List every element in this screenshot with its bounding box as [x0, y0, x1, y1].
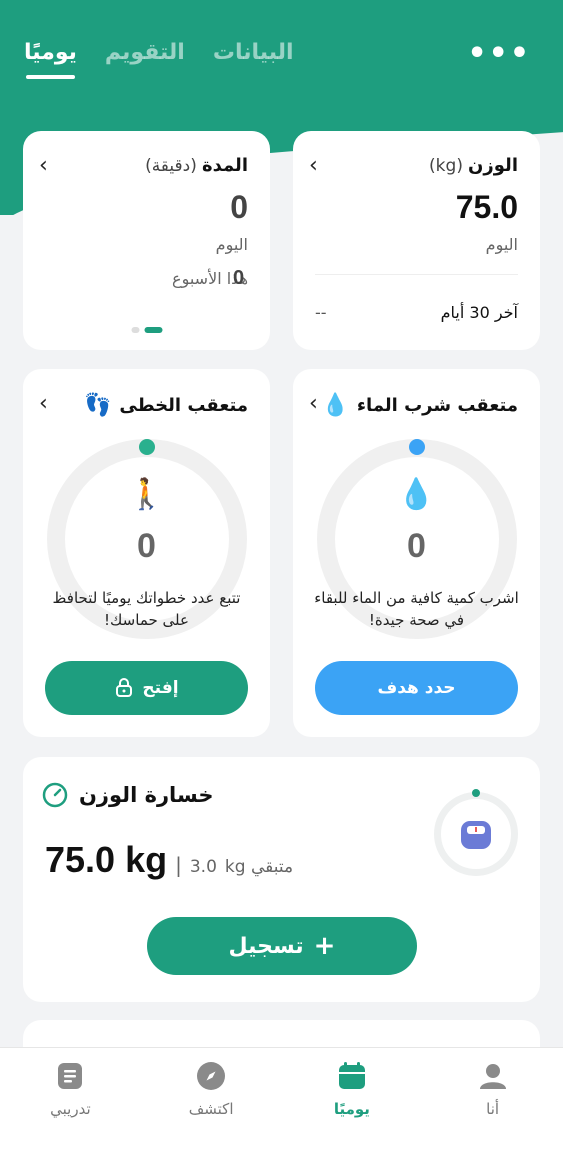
pager-dot [131, 327, 139, 333]
steps-tracker-card[interactable]: › متعقب الخطى 👣 🚶 0 تتبع عدد خطواتك يومي… [23, 369, 270, 737]
current-weight: 75.0 kg [45, 839, 168, 880]
nav-daily-label: يوميًا [333, 1100, 370, 1118]
weight-progress-ring [434, 789, 518, 876]
steps-value: 0 [137, 527, 156, 565]
unlock-button[interactable]: إفتح [45, 661, 248, 715]
water-value: 0 [407, 527, 426, 565]
top-tabs: يوميًا التقويم البيانات [24, 40, 294, 79]
tab-data[interactable]: البيانات [213, 40, 294, 65]
divider [315, 274, 518, 275]
week-value: 0 [233, 267, 245, 289]
steps-header: متعقب الخطى 👣 [84, 393, 248, 418]
weight-loss-title: خسارة الوزن [79, 783, 214, 807]
weight-value: 75.0 [455, 189, 518, 225]
footprints-icon: 👣 [84, 393, 112, 418]
weight-loss-header: خسارة الوزن [41, 781, 213, 809]
weight-period: اليوم [485, 235, 518, 254]
steps-description: تتبع عدد خطواتك يوميًا لتحافظ على حماسك! [52, 589, 241, 629]
lock-icon [116, 678, 133, 697]
weight-loss-card[interactable]: خسارة الوزن 75.0 kg | 3.0 kg متبقي تسجيل… [23, 757, 540, 1002]
compass-icon [197, 1062, 226, 1090]
water-tracker-card[interactable]: › متعقب شرب الماء 💧 💧 0 اشرب كمية كافية … [293, 369, 540, 737]
duration-value: 0 [230, 189, 248, 225]
weight-title: الوزن [468, 155, 518, 176]
register-button[interactable]: تسجيل + [147, 917, 417, 975]
water-drop-icon: 💧 [397, 477, 436, 512]
last-30-days-value: -- [315, 303, 327, 322]
duration-card-header: المدة (دقيقة) [145, 155, 248, 176]
more-horizontal-icon[interactable]: ••• [467, 39, 531, 69]
steps-title: متعقب الخطى [119, 395, 248, 416]
nav-my-training-label: تدريبي [50, 1100, 91, 1118]
weight-card-header: الوزن (kg) [429, 155, 518, 176]
bottom-navigation: تدريبي اكتشف يوميًا أنا [0, 1047, 563, 1153]
chevron-left-icon: › [39, 391, 48, 416]
nav-me-label: أنا [486, 1100, 500, 1118]
unlock-label: إفتح [142, 678, 179, 698]
duration-unit: (دقيقة) [145, 156, 197, 176]
remaining-label: kg متبقي [224, 857, 294, 877]
tab-calendar[interactable]: التقويم [105, 40, 185, 65]
register-label: تسجيل [228, 933, 304, 959]
weight-progress-dot [472, 789, 480, 797]
chevron-left-icon: › [309, 153, 318, 178]
water-progress-dot [408, 439, 425, 455]
set-goal-label: حدد هدف [377, 678, 456, 698]
duration-title: المدة [201, 155, 248, 176]
water-title: متعقب شرب الماء [356, 395, 518, 416]
plus-icon: + [313, 931, 336, 961]
user-icon [479, 1064, 506, 1089]
nav-discover[interactable]: اكتشف [141, 1048, 282, 1153]
nav-discover-label: اكتشف [188, 1100, 234, 1118]
pager-dots [131, 327, 162, 333]
calendar-icon [338, 1062, 365, 1089]
remaining-value: 3.0 [189, 857, 217, 877]
duration-card[interactable]: › المدة (دقيقة) 0 اليوم هذا الأسبوع 0 [23, 131, 270, 350]
duration-period: اليوم [215, 235, 248, 254]
chevron-left-icon: › [39, 153, 48, 178]
scale-icon [461, 821, 491, 849]
weight-loss-values: 75.0 kg | 3.0 kg متبقي [45, 839, 293, 881]
walking-person-icon: 🚶 [127, 477, 166, 512]
clipboard-icon [58, 1063, 83, 1089]
nav-my-training[interactable]: تدريبي [0, 1048, 141, 1153]
steps-progress-dot [138, 439, 155, 455]
water-description: اشرب كمية كافية من الماء للبقاء في صحة ج… [314, 589, 519, 629]
nav-me[interactable]: أنا [422, 1048, 563, 1153]
water-header: متعقب شرب الماء 💧 [321, 393, 518, 418]
weight-unit: (kg) [429, 156, 463, 176]
set-goal-button[interactable]: حدد هدف [315, 661, 518, 715]
pager-dot-active [144, 327, 162, 333]
separator: | [175, 853, 182, 877]
chevron-left-icon: › [309, 391, 318, 416]
tab-daily[interactable]: يوميًا [24, 40, 77, 79]
weight-card[interactable]: › الوزن (kg) 75.0 اليوم آخر 30 أيام -- [293, 131, 540, 350]
nav-daily[interactable]: يوميًا [282, 1048, 423, 1153]
water-drop-icon: 💧 [321, 393, 349, 418]
last-30-days-label: آخر 30 أيام [440, 303, 518, 322]
gauge-icon [42, 782, 68, 808]
